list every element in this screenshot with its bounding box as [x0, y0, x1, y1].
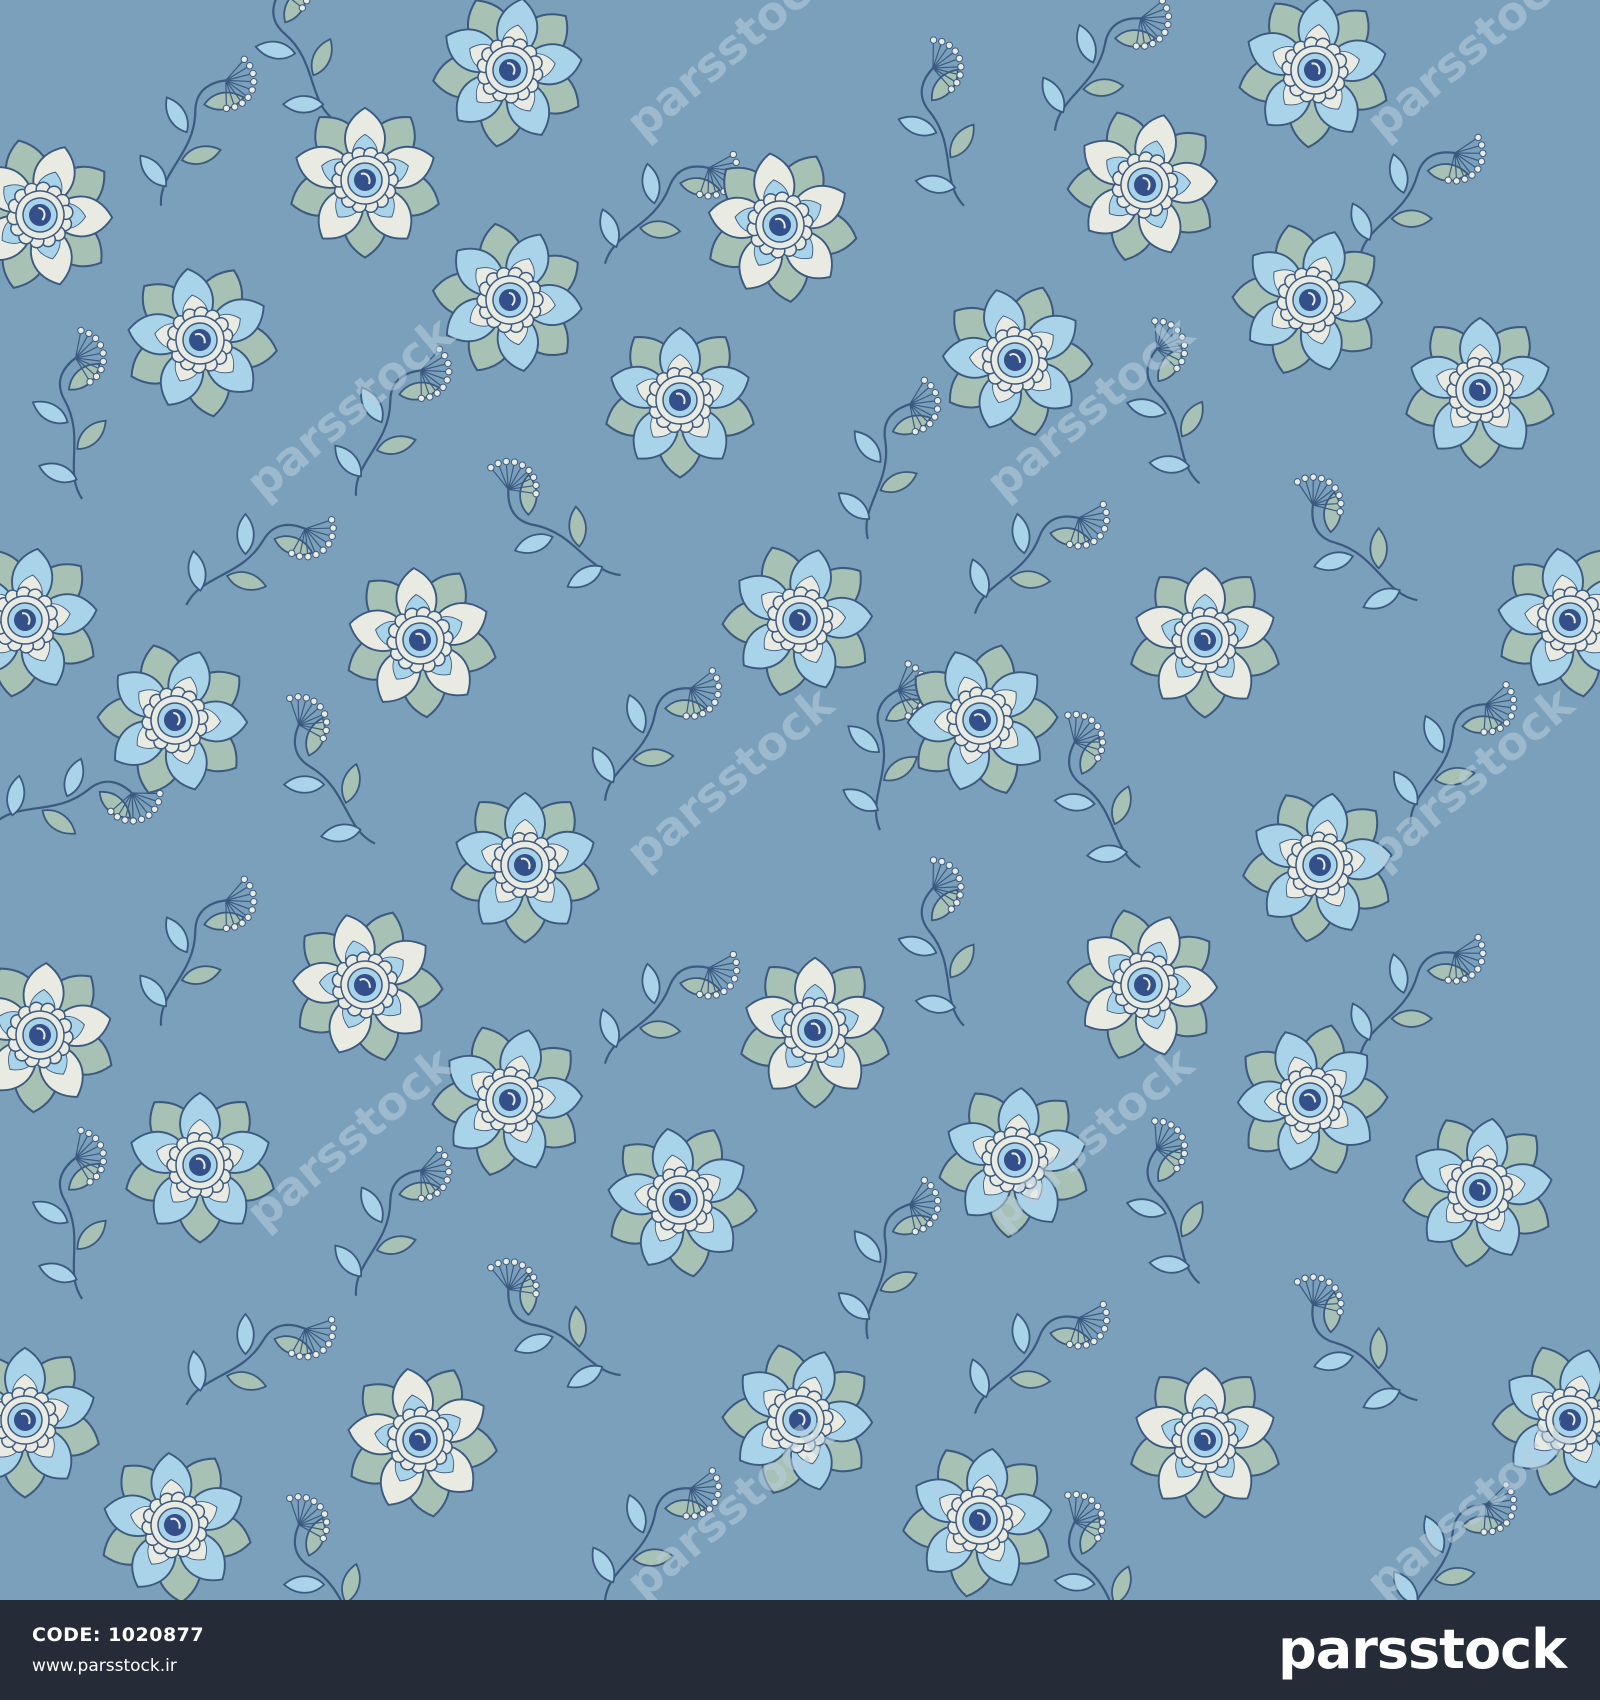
stock-image-canvas: parsstock parsstock parsstock parsstock pars… — [0, 0, 1600, 1700]
code-label: CODE: — [32, 1624, 101, 1646]
brand-logo: parsstock — [1278, 1618, 1567, 1681]
website-url: www.parsstock.ir — [32, 1656, 177, 1676]
floral-pattern: parsstock parsstockparsstock parsstockpars… — [0, 0, 1600, 1600]
image-code: CODE: 1020877 — [32, 1624, 204, 1646]
image-info-footer: CODE: 1020877 www.parsstock.ir parsstock — [0, 1600, 1600, 1700]
code-value: 1020877 — [108, 1624, 205, 1646]
